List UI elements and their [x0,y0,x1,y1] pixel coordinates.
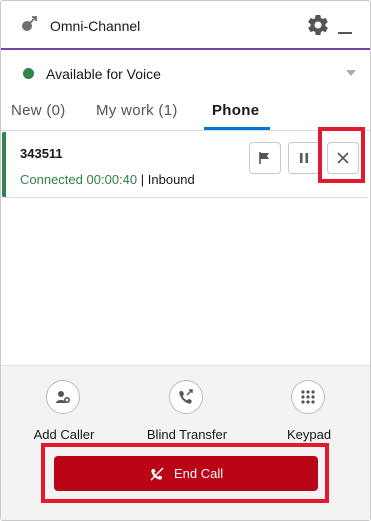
add-caller-button[interactable] [46,380,80,414]
chevron-down-icon[interactable] [346,70,356,76]
blind-transfer-label: Blind Transfer [146,427,228,442]
presence-status-selector[interactable]: Available for Voice [1,50,370,94]
flag-icon [259,152,269,164]
end-call-highlight [41,443,329,503]
tab-new[interactable]: New (0) [11,102,66,119]
add-caller-action[interactable]: Add Caller [14,380,114,450]
blind-transfer-action[interactable]: Blind Transfer [137,380,237,450]
call-status-line: Connected 00:00:40 | Inbound [20,172,195,187]
keypad-button[interactable] [291,380,325,414]
call-work-item[interactable]: 343511 Connected 00:00:40 | Inbound [2,132,368,198]
keypad-label: Keypad [286,427,332,442]
status-indicator [23,68,34,79]
caller-number: 343511 [20,146,63,161]
hold-button[interactable] [288,142,320,174]
phone-content: 343511 Connected 00:00:40 | Inbound [1,131,370,365]
omni-logo-icon [22,16,37,31]
flag-button[interactable] [249,142,281,174]
add-caller-label: Add Caller [33,427,95,442]
blind-transfer-button[interactable] [169,380,203,414]
active-tab-indicator [204,127,270,130]
panel-header: Omni-Channel [1,1,370,50]
connected-status: Connected [20,172,83,187]
add-caller-icon [56,391,70,403]
pause-icon [300,153,308,163]
work-item-accent [2,132,6,197]
tab-my-work[interactable]: My work (1) [96,102,178,119]
gear-icon[interactable] [306,13,330,37]
tab-phone[interactable]: Phone [212,102,259,119]
status-separator: | [140,172,145,187]
minimize-icon[interactable] [338,32,352,34]
keypad-action[interactable]: Keypad [259,380,359,450]
keypad-icon [301,390,315,404]
tab-bar: New (0) My work (1) Phone [1,94,370,131]
status-label: Available for Voice [46,66,161,82]
blind-transfer-icon [179,389,193,404]
call-direction: Inbound [147,172,195,187]
panel-title: Omni-Channel [50,18,141,34]
call-timer: 00:00:40 [86,172,138,187]
close-button-highlight [318,127,365,183]
